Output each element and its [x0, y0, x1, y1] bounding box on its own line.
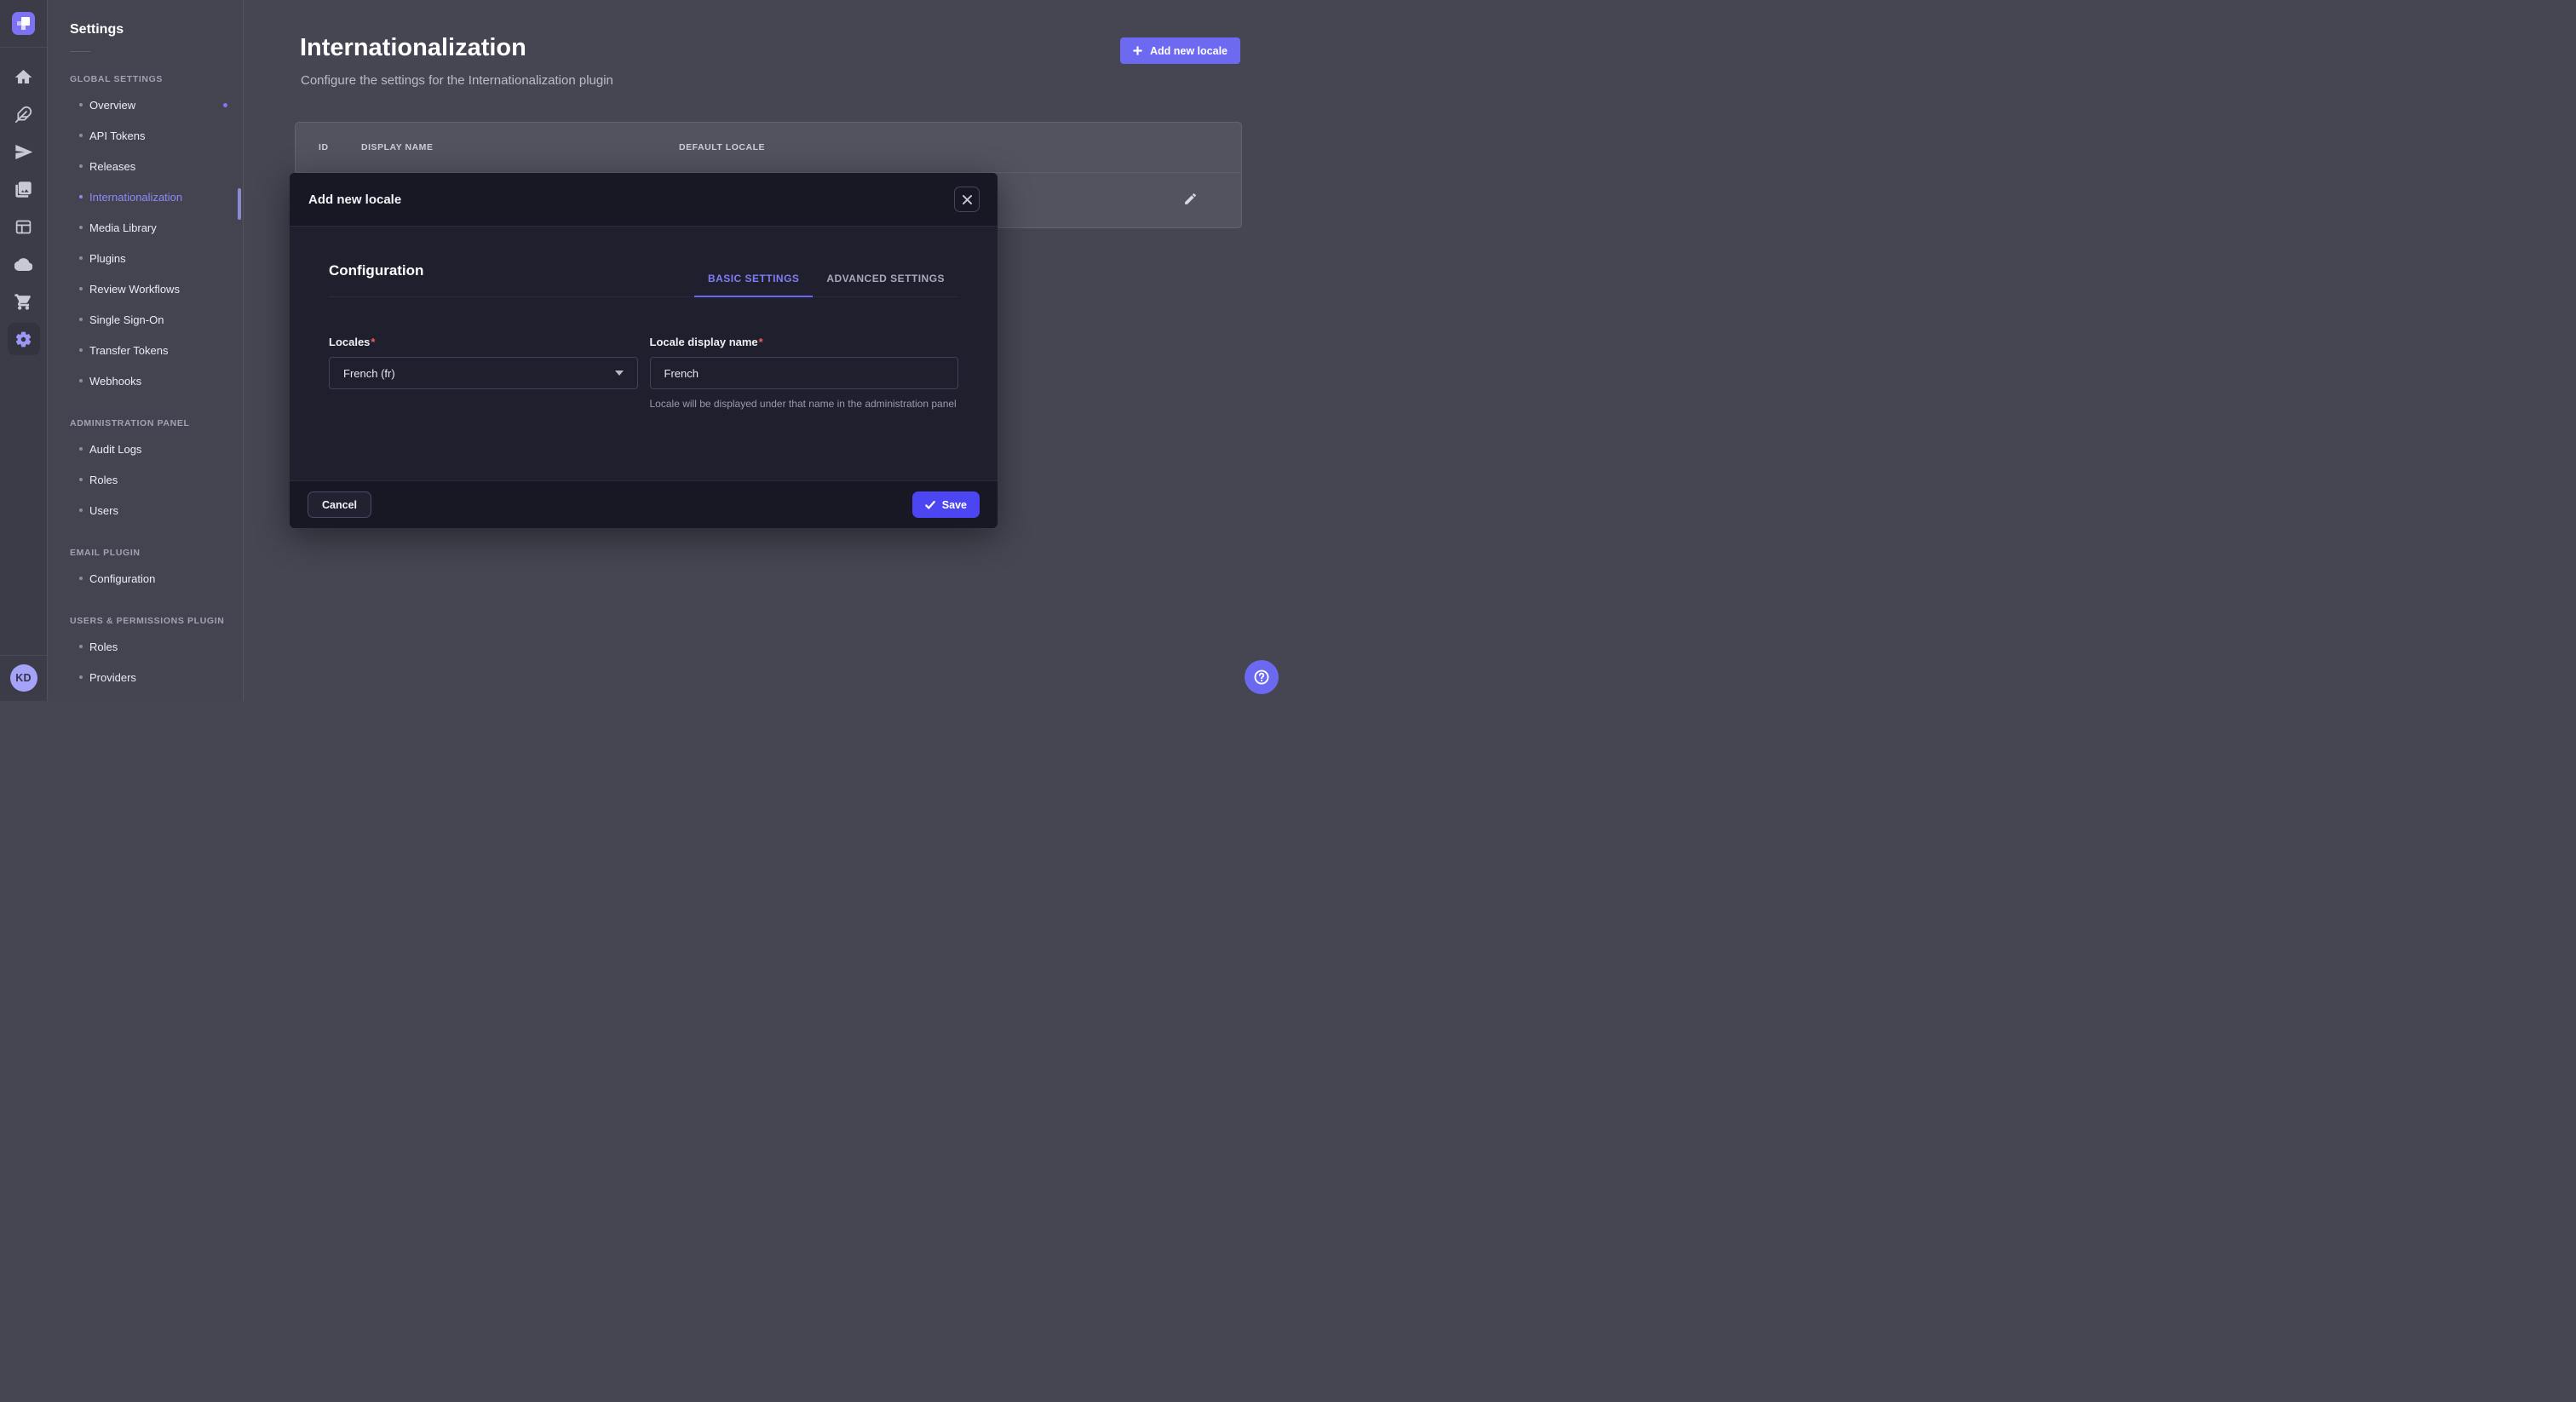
subnav-item-review-workflows[interactable]: Review Workflows — [70, 273, 243, 304]
user-avatar[interactable]: KD — [10, 664, 37, 692]
home-icon[interactable] — [8, 60, 40, 93]
add-new-locale-modal: Add new locale Configuration BASIC SETTI… — [290, 173, 998, 528]
marketplace-cart-icon[interactable] — [8, 285, 40, 318]
subnav-item-api-tokens[interactable]: API Tokens — [70, 120, 243, 151]
subnav-item-up-roles[interactable]: Roles — [70, 631, 243, 662]
subnav-item-single-sign-on[interactable]: Single Sign-On — [70, 304, 243, 335]
subnav-item-email-configuration[interactable]: Configuration — [70, 563, 243, 594]
column-id: ID — [296, 142, 361, 152]
bullet-icon — [79, 134, 83, 137]
send-icon[interactable] — [8, 135, 40, 168]
chevron-down-icon — [615, 371, 624, 376]
bullet-icon — [79, 287, 83, 290]
subnav-item-overview[interactable]: Overview — [70, 89, 243, 120]
bullet-icon — [79, 103, 83, 106]
column-default-locale: DEFAULT LOCALE — [679, 142, 1241, 152]
close-icon — [963, 195, 972, 204]
tab-basic-settings[interactable]: BASIC SETTINGS — [694, 273, 813, 297]
cloud-icon[interactable] — [8, 248, 40, 280]
section-email-plugin: EMAIL PLUGIN — [70, 548, 243, 558]
bullet-icon — [79, 577, 83, 580]
help-button[interactable] — [1245, 660, 1279, 694]
modal-body: Configuration BASIC SETTINGS ADVANCED SE… — [290, 227, 998, 411]
subnav-item-media-library[interactable]: Media Library — [70, 212, 243, 243]
subnav-title: Settings — [70, 22, 243, 37]
close-modal-button[interactable] — [954, 187, 980, 212]
subnav-item-audit-logs[interactable]: Audit Logs — [70, 434, 243, 464]
subnav-item-releases[interactable]: Releases — [70, 151, 243, 181]
subnav-item-users[interactable]: Users — [70, 495, 243, 526]
subnav-item-plugins[interactable]: Plugins — [70, 243, 243, 273]
bullet-icon — [79, 318, 83, 321]
column-display-name: DISPLAY NAME — [361, 142, 679, 152]
display-name-field: Locale display name* Locale will be disp… — [650, 335, 959, 411]
display-name-input[interactable] — [650, 357, 959, 389]
locales-select[interactable]: French (fr) — [329, 357, 638, 389]
edit-locale-button[interactable] — [1180, 188, 1201, 212]
subnav-scrollbar-thumb[interactable] — [238, 188, 241, 220]
settings-subnav: Settings GLOBAL SETTINGS Overview API To… — [49, 0, 244, 701]
strapi-logo-icon[interactable] — [12, 12, 35, 35]
subnav-item-webhooks[interactable]: Webhooks — [70, 365, 243, 396]
save-button[interactable]: Save — [912, 491, 980, 518]
modal-footer: Cancel Save — [290, 480, 998, 528]
bullet-icon — [79, 379, 83, 382]
icon-rail: KD — [0, 0, 48, 701]
bullet-icon — [79, 195, 83, 198]
display-name-label: Locale display name — [650, 336, 758, 348]
subnav-item-transfer-tokens[interactable]: Transfer Tokens — [70, 335, 243, 365]
section-users-permissions-plugin: USERS & PERMISSIONS PLUGIN — [70, 616, 243, 626]
required-asterisk: * — [371, 336, 375, 348]
modal-header: Add new locale — [290, 173, 998, 227]
bullet-icon — [79, 645, 83, 648]
bullet-icon — [79, 675, 83, 679]
content-manager-layout-icon[interactable] — [8, 210, 40, 243]
bullet-icon — [79, 256, 83, 260]
required-asterisk: * — [759, 336, 763, 348]
pencil-icon — [1183, 192, 1198, 206]
add-new-locale-button[interactable]: Add new locale — [1120, 37, 1240, 64]
content-builder-feather-icon[interactable] — [8, 98, 40, 130]
configuration-title: Configuration — [329, 262, 423, 296]
modal-title: Add new locale — [308, 192, 401, 207]
plus-icon — [1133, 46, 1142, 55]
section-administration-panel: ADMINISTRATION PANEL — [70, 418, 243, 428]
divider — [70, 51, 90, 52]
question-icon — [1252, 668, 1271, 687]
check-icon — [925, 500, 935, 510]
logo-area — [0, 0, 47, 48]
locales-field: Locales* French (fr) — [329, 335, 638, 411]
settings-tabs: BASIC SETTINGS ADVANCED SETTINGS — [694, 273, 958, 296]
page-subtitle: Configure the settings for the Internati… — [301, 73, 613, 88]
tab-advanced-settings[interactable]: ADVANCED SETTINGS — [813, 273, 958, 297]
bullet-icon — [79, 447, 83, 451]
bullet-icon — [79, 226, 83, 229]
locales-label: Locales — [329, 336, 370, 348]
bullet-icon — [79, 478, 83, 481]
section-global-settings: GLOBAL SETTINGS — [70, 74, 243, 84]
configuration-header: Configuration BASIC SETTINGS ADVANCED SE… — [329, 262, 958, 297]
page-title: Internationalization — [300, 34, 526, 62]
cancel-button[interactable]: Cancel — [308, 491, 371, 518]
subnav-item-internationalization[interactable]: Internationalization — [70, 181, 243, 212]
bullet-icon — [79, 509, 83, 512]
notification-dot — [223, 103, 227, 107]
media-library-icon[interactable] — [8, 173, 40, 205]
display-name-hint: Locale will be displayed under that name… — [650, 397, 959, 411]
settings-gear-icon[interactable] — [8, 323, 40, 355]
subnav-item-admin-roles[interactable]: Roles — [70, 464, 243, 495]
subnav-item-providers[interactable]: Providers — [70, 662, 243, 692]
bullet-icon — [79, 348, 83, 352]
table-header-row: ID DISPLAY NAME DEFAULT LOCALE — [296, 123, 1241, 173]
locales-select-value: French (fr) — [343, 367, 395, 380]
bullet-icon — [79, 164, 83, 168]
